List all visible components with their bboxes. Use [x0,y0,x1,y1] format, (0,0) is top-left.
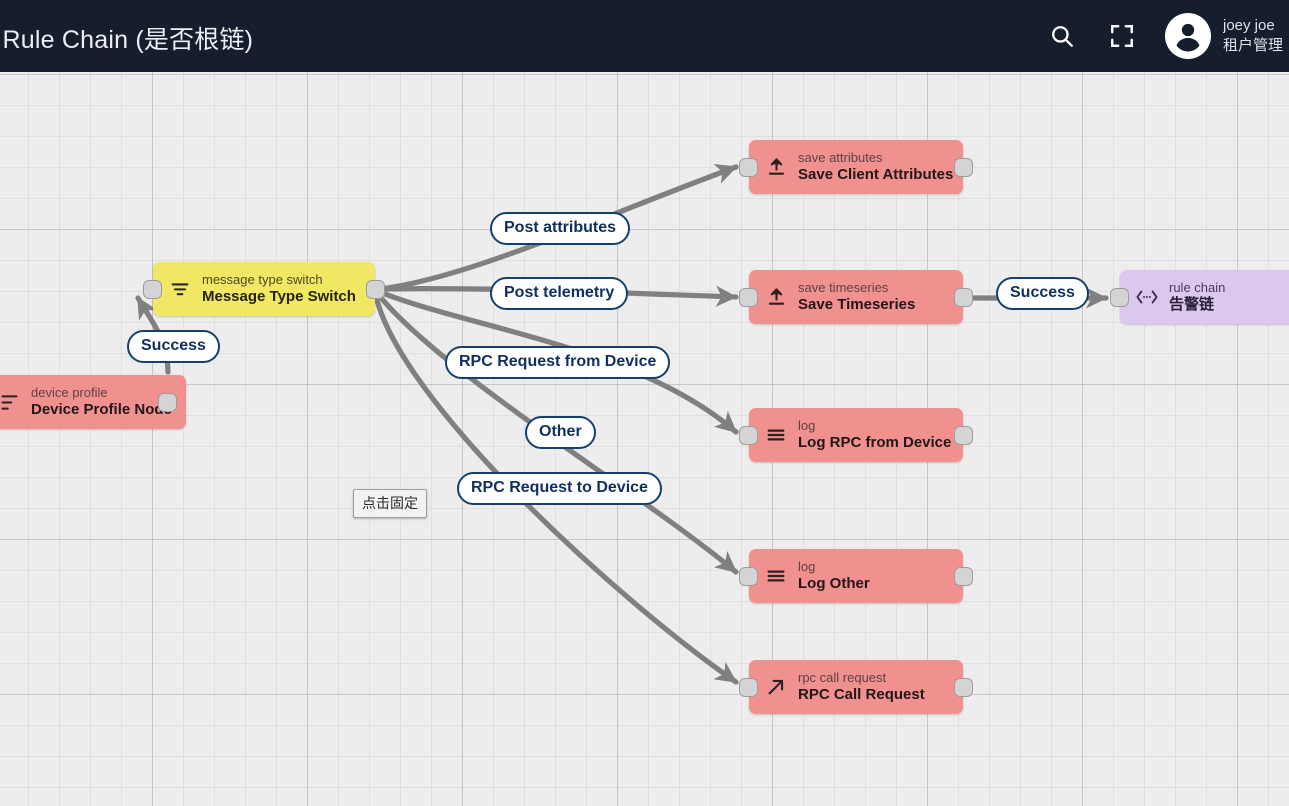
search-icon[interactable] [1045,19,1079,53]
edge-label-post-telemetry[interactable]: Post telemetry [490,277,629,310]
lines-icon [763,420,789,450]
rule-chain-canvas[interactable]: device profile Device Profile Node messa… [0,72,1289,806]
user-avatar-icon[interactable] [1165,13,1211,59]
node-type-label: device profile [31,385,108,401]
port-in-save-client-attributes[interactable] [739,158,758,177]
upload-icon [763,282,789,312]
user-name: joey joe [1223,16,1275,34]
node-rpc-call-request[interactable]: rpc call request RPC Call Request [739,660,973,714]
node-title-label: Save Timeseries [798,295,916,313]
node-log-other[interactable]: log Log Other [739,549,973,603]
edge-label-rpc-request-from-device[interactable]: RPC Request from Device [445,346,671,379]
port-out-device-profile[interactable] [158,393,177,412]
port-out-rpc-call-request[interactable] [954,678,973,697]
edge-label-other[interactable]: Other [525,416,596,449]
rule-chain-icon [1134,282,1160,312]
node-rule-chain-alarm[interactable]: rule chain 告警链 [1110,270,1289,324]
edge-label-rpc-request-to-device[interactable]: RPC Request to Device [457,472,662,505]
arrow-up-right-icon [763,672,789,702]
node-save-timeseries[interactable]: save timeseries Save Timeseries [739,270,973,324]
port-in-rpc-call-request[interactable] [739,678,758,697]
port-in-rule-chain-alarm[interactable] [1110,288,1129,307]
edge-label-success-timeseries[interactable]: Success [996,277,1089,310]
top-toolbar: oot Rule Chain (是否根链) [0,0,1289,72]
node-type-label: log [798,559,816,575]
filter-icon [167,274,193,304]
node-message-type-switch[interactable]: message type switch Message Type Switch [143,262,385,316]
page-title: oot Rule Chain (是否根链) [0,26,254,54]
node-type-label: log [798,418,816,434]
node-type-label: message type switch [202,272,323,288]
pin-tooltip: 点击固定 [353,489,427,518]
node-title-label: Device Profile Node [31,400,172,418]
port-out-log-rpc-from-device[interactable] [954,426,973,445]
fullscreen-icon[interactable] [1105,19,1139,53]
node-title-label: Message Type Switch [202,287,356,305]
port-out-message-type-switch[interactable] [366,280,385,299]
port-out-save-client-attributes[interactable] [954,158,973,177]
lines-icon [763,561,789,591]
node-log-rpc-from-device[interactable]: log Log RPC from Device [739,408,973,462]
edge-label-post-attributes[interactable]: Post attributes [490,212,631,245]
user-role: 租户管理 [1223,37,1284,54]
edge-layer [135,164,1109,685]
device-profile-icon [0,387,22,417]
edge-label-success-device-profile[interactable]: Success [127,330,220,363]
node-save-client-attributes[interactable]: save attributes Save Client Attributes [739,140,973,194]
node-type-label: save timeseries [798,280,889,296]
port-in-log-other[interactable] [739,567,758,586]
rule-chain-editor: oot Rule Chain (是否根链) [0,0,1289,806]
node-type-label: rule chain [1169,280,1226,296]
port-in-log-rpc-from-device[interactable] [739,426,758,445]
user-info[interactable]: joey joe 租户管理 [1223,16,1289,57]
node-title-label: Log RPC from Device [798,433,952,451]
port-out-log-other[interactable] [954,567,973,586]
node-title-label: RPC Call Request [798,685,925,703]
toolbar-actions: joey joe 租户管理 [1045,0,1289,72]
node-device-profile[interactable]: device profile Device Profile Node [0,375,186,429]
port-out-save-timeseries[interactable] [954,288,973,307]
node-type-label: save attributes [798,150,883,166]
upload-icon [763,152,789,182]
node-title-label: 告警链 [1169,295,1215,313]
node-title-label: Save Client Attributes [798,165,954,183]
port-in-save-timeseries[interactable] [739,288,758,307]
port-in-message-type-switch[interactable] [143,280,162,299]
node-title-label: Log Other [798,574,870,592]
node-type-label: rpc call request [798,670,887,686]
